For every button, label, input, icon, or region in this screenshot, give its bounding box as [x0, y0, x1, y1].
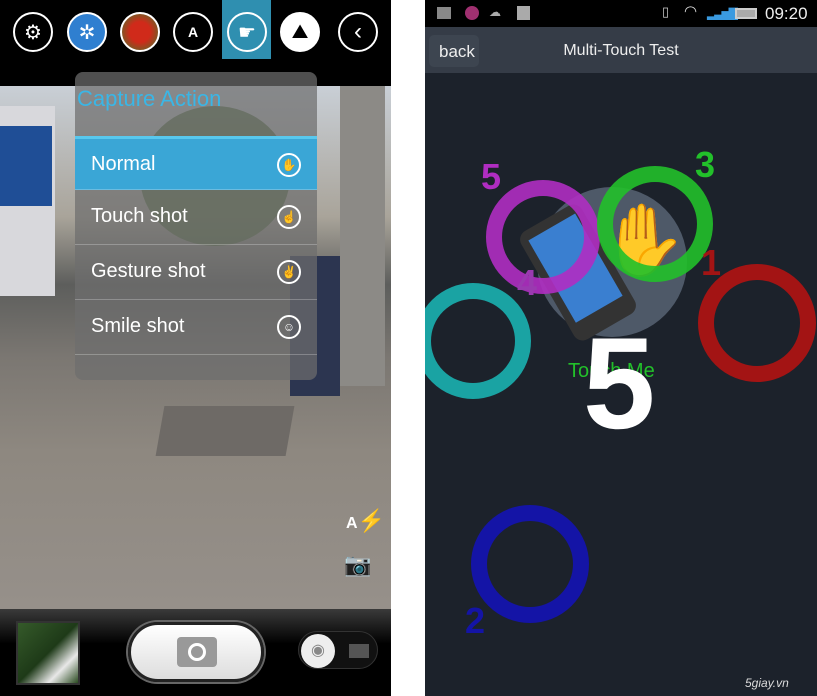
touch-icon: ☝ [277, 205, 301, 229]
clock: 09:20 [765, 4, 808, 23]
menu-item-gesture-shot[interactable]: Gesture shot ✌ [75, 246, 317, 300]
touch-point-4 [425, 283, 531, 399]
app-notification-icon [465, 6, 479, 20]
flash-auto-button[interactable]: A⚡ [346, 508, 385, 534]
touch-label-1: 1 [701, 242, 722, 283]
image-notification-icon [437, 7, 451, 19]
multitouch-screen: ☁ ▯ ◠ ▂▃▅▇ 09:20 back Multi-Touch Test ✋… [425, 0, 817, 696]
switch-camera-icon: 📷 [344, 552, 372, 577]
shopping-bag-icon [517, 6, 530, 20]
touch-label-5: 5 [481, 156, 502, 197]
touch-label-2: 2 [465, 600, 486, 641]
flash-icon: ⚡ [357, 508, 385, 533]
menu-item-label: Normal [91, 153, 156, 175]
touch-point-2 [471, 505, 589, 623]
weather-icon: ☁ [489, 5, 501, 19]
wifi-icon: ◠ [684, 3, 698, 20]
switch-camera-button[interactable]: 📷 [344, 552, 371, 578]
shutter-button[interactable] [128, 622, 264, 682]
menu-item-smile-shot[interactable]: Smile shot ☺ [75, 301, 317, 355]
menu-title: Capture Action [77, 86, 222, 111]
gallery-icon: ⛰ [291, 20, 309, 43]
menu-item-label: Touch shot [91, 205, 188, 227]
menu-item-label: Smile shot [91, 315, 185, 337]
status-bar: ☁ ▯ ◠ ▂▃▅▇ 09:20 [425, 0, 817, 27]
back-button[interactable]: ‹ [338, 12, 378, 52]
touch-label-3: 3 [695, 144, 716, 185]
scene-button[interactable]: ✲ [67, 12, 107, 52]
effect-button[interactable] [120, 12, 160, 52]
menu-item-touch-shot[interactable]: Touch shot ☝ [75, 191, 317, 245]
camera-bottom-bar: ◉ [0, 609, 391, 696]
smile-icon: ☺ [277, 315, 301, 339]
exposure-button[interactable]: A [173, 12, 213, 52]
menu-item-label: Gesture shot [91, 260, 206, 282]
last-photo-thumbnail[interactable] [16, 621, 80, 685]
pole [340, 86, 385, 386]
shop-sign [0, 126, 52, 206]
capture-action-button[interactable]: ☛ [227, 12, 267, 52]
photo-video-toggle[interactable]: ◉ [298, 631, 378, 669]
photo-mode-icon: ◉ [301, 634, 335, 668]
capture-action-icon: ☛ [238, 21, 256, 44]
dandelion-scene-icon: ✲ [78, 21, 96, 44]
manhole [155, 406, 295, 456]
settings-button[interactable]: ⚙ [13, 12, 53, 52]
video-mode-icon [349, 644, 369, 658]
flash-mode-label: A [346, 515, 358, 532]
vibrate-icon: ▯ [662, 4, 670, 19]
capture-action-menu: Capture Action Normal ✋ Touch shot ☝ Gestu… [75, 72, 317, 380]
title-bar: back Multi-Touch Test [425, 27, 817, 73]
watermark: 5giay.vn [745, 676, 789, 690]
menu-item-normal[interactable]: Normal ✋ [75, 136, 317, 190]
gesture-icon: ✌ [277, 260, 301, 284]
auto-exposure-icon: A [187, 24, 199, 40]
battery-icon [735, 8, 757, 19]
hand-press-icon: ✋ [277, 153, 301, 177]
touch-count: 5 [583, 310, 656, 456]
camera-screen: ⚙ ✲ A ☛ ⛰ ‹ Capture Action Normal ✋ Touch… [0, 0, 391, 696]
touch-point-5 [486, 180, 600, 294]
touch-label-4: 4 [517, 262, 538, 303]
gallery-button[interactable]: ⛰ [280, 12, 320, 52]
signal-icon: ▂▃▅▇ [707, 6, 738, 20]
gear-icon: ⚙ [24, 21, 42, 44]
camera-icon [177, 637, 217, 667]
back-icon: ‹ [354, 18, 362, 45]
page-title: Multi-Touch Test [563, 42, 679, 59]
